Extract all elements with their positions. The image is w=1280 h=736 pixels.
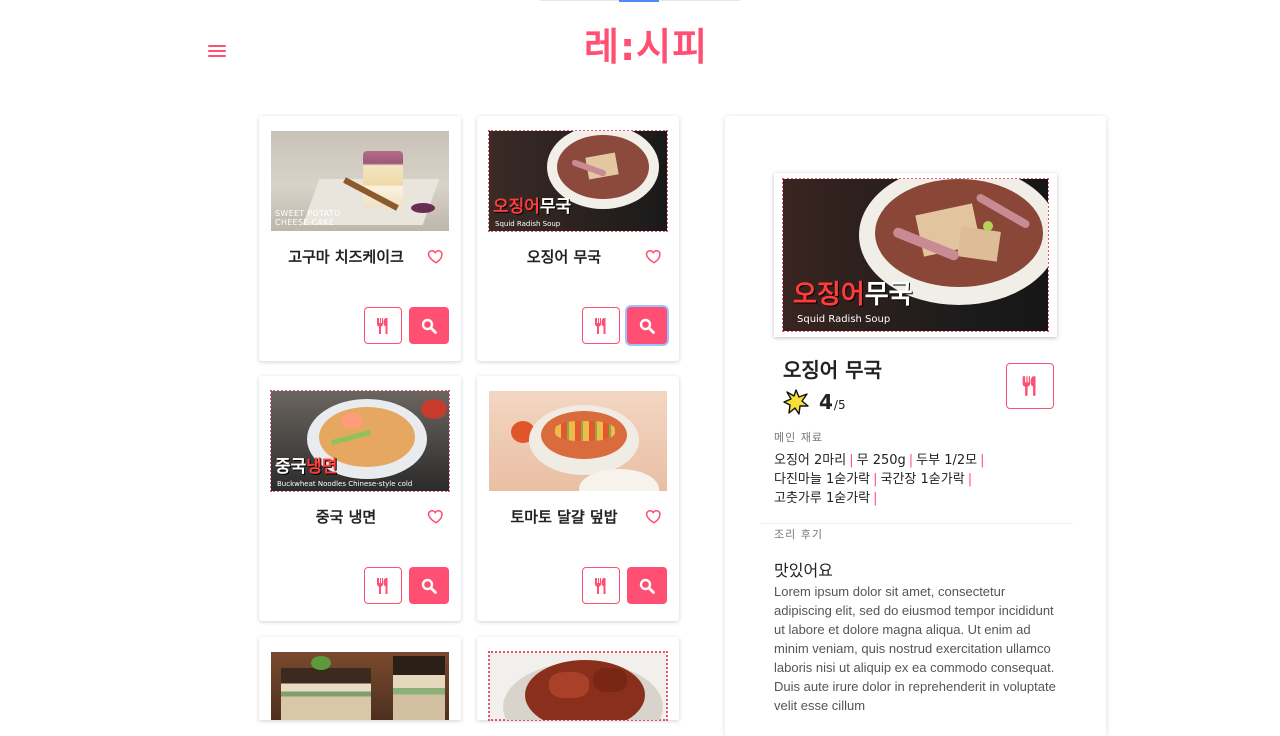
review-label: 조리 후기 — [774, 528, 823, 541]
utensils-icon — [595, 577, 606, 594]
cook-button[interactable] — [364, 567, 402, 604]
logo-rest: :시피 — [619, 24, 709, 69]
heart-icon[interactable] — [645, 247, 663, 265]
recipe-title[interactable]: 오징어 무국 — [489, 246, 639, 267]
view-recipe-button[interactable] — [409, 307, 449, 344]
logo-main: 레 — [584, 16, 620, 71]
view-recipe-button[interactable] — [627, 307, 667, 344]
app-logo[interactable]: 레:시피 — [584, 16, 709, 71]
recipe-detail-panel: 오징어무국 Squid Radish Soup 오징어 무국 4 /5 메인 재… — [725, 116, 1106, 736]
ingredient: 국간장 1숟가락 — [880, 472, 965, 487]
search-icon — [639, 578, 655, 594]
thumb-subtitle: Squid Radish Soup — [495, 220, 561, 228]
hamburger-icon[interactable] — [208, 42, 228, 60]
thumb-title: 중국 — [275, 457, 307, 477]
recipe-card[interactable]: 중국냉면 Buckwheat Noodles Chinese-style col… — [259, 376, 461, 621]
recipe-thumbnail[interactable]: 중국냉면 Buckwheat Noodles Chinese-style col… — [270, 390, 450, 492]
detail-title: 오징어 무국 — [783, 358, 882, 382]
recipe-title[interactable]: 고구마 치즈케이크 — [271, 246, 421, 267]
detail-hero-image: 오징어무국 Squid Radish Soup — [774, 173, 1057, 337]
utensils-icon — [377, 577, 388, 594]
top-divider — [540, 0, 740, 2]
thumb-caption: SWEET POTATO — [275, 209, 341, 218]
hero-title: 무국 — [864, 280, 913, 310]
thumb-title: 냉면 — [306, 457, 338, 477]
search-icon — [639, 318, 655, 334]
detail-cook-button[interactable] — [1006, 363, 1054, 409]
cook-button[interactable] — [582, 307, 620, 344]
thumb-title: 무국 — [539, 197, 572, 217]
recipe-title[interactable]: 토마토 달걀 덮밥 — [489, 506, 639, 527]
rating-max: /5 — [833, 398, 846, 412]
utensils-icon — [377, 317, 388, 334]
thumb-subtitle: Buckwheat Noodles Chinese-style cold — [277, 480, 413, 488]
recipe-title[interactable]: 중국 냉면 — [271, 506, 421, 527]
heart-icon[interactable] — [427, 507, 445, 525]
star-burst-icon — [783, 389, 809, 415]
thumb-title: 오징어 — [493, 197, 540, 217]
review-body: Lorem ipsum dolor sit amet, consectetur … — [774, 584, 1056, 713]
recipe-thumbnail[interactable]: SWEET POTATO CHEESE CAKE — [271, 131, 449, 231]
ingredient: 고춧가루 1숟가락 — [774, 491, 871, 506]
review-title: 맛있어요 — [774, 561, 833, 580]
recipe-card[interactable]: 오징어무국 Squid Radish Soup 오징어 무국 — [477, 116, 679, 361]
recipe-thumbnail[interactable] — [488, 651, 668, 721]
ingredient: 다진마늘 1숟가락 — [774, 472, 871, 487]
recipe-thumbnail[interactable] — [271, 652, 449, 720]
thumb-caption: CHEESE CAKE — [275, 218, 335, 227]
cook-button[interactable] — [582, 567, 620, 604]
ingredients-list: 오징어 2마리 | 무 250g | 두부 1/2모 | 다진마늘 1숟가락 | 국간장 1숟… — [774, 453, 985, 506]
recipe-thumbnail[interactable]: 오징어무국 Squid Radish Soup — [488, 130, 668, 232]
scroll-indicator — [619, 0, 659, 2]
heart-icon[interactable] — [645, 507, 663, 525]
recipe-card[interactable]: SWEET POTATO CHEESE CAKE 고구마 치즈케이크 — [259, 116, 461, 361]
recipe-card[interactable] — [259, 637, 461, 720]
search-icon — [421, 318, 437, 334]
ingredient: 오징어 2마리 — [774, 453, 847, 468]
ingredient: 두부 1/2모 — [916, 453, 978, 468]
hero-title: 오징어 — [793, 280, 865, 310]
rating-value: 4 — [819, 390, 833, 414]
view-recipe-button[interactable] — [627, 567, 667, 604]
cook-button[interactable] — [364, 307, 402, 344]
section-divider — [761, 523, 1073, 524]
rating: 4 /5 — [783, 389, 846, 415]
ingredients-label: 메인 재료 — [774, 431, 823, 444]
hero-subtitle: Squid Radish Soup — [797, 314, 891, 325]
search-icon — [421, 578, 437, 594]
recipe-card[interactable]: 토마토 달걀 덮밥 — [477, 376, 679, 621]
recipe-thumbnail[interactable] — [489, 391, 667, 491]
utensils-icon — [595, 317, 606, 334]
utensils-icon — [1022, 376, 1036, 396]
recipe-card[interactable] — [477, 637, 679, 721]
view-recipe-button[interactable] — [409, 567, 449, 604]
heart-icon[interactable] — [427, 247, 445, 265]
ingredient: 무 250g — [856, 453, 906, 468]
